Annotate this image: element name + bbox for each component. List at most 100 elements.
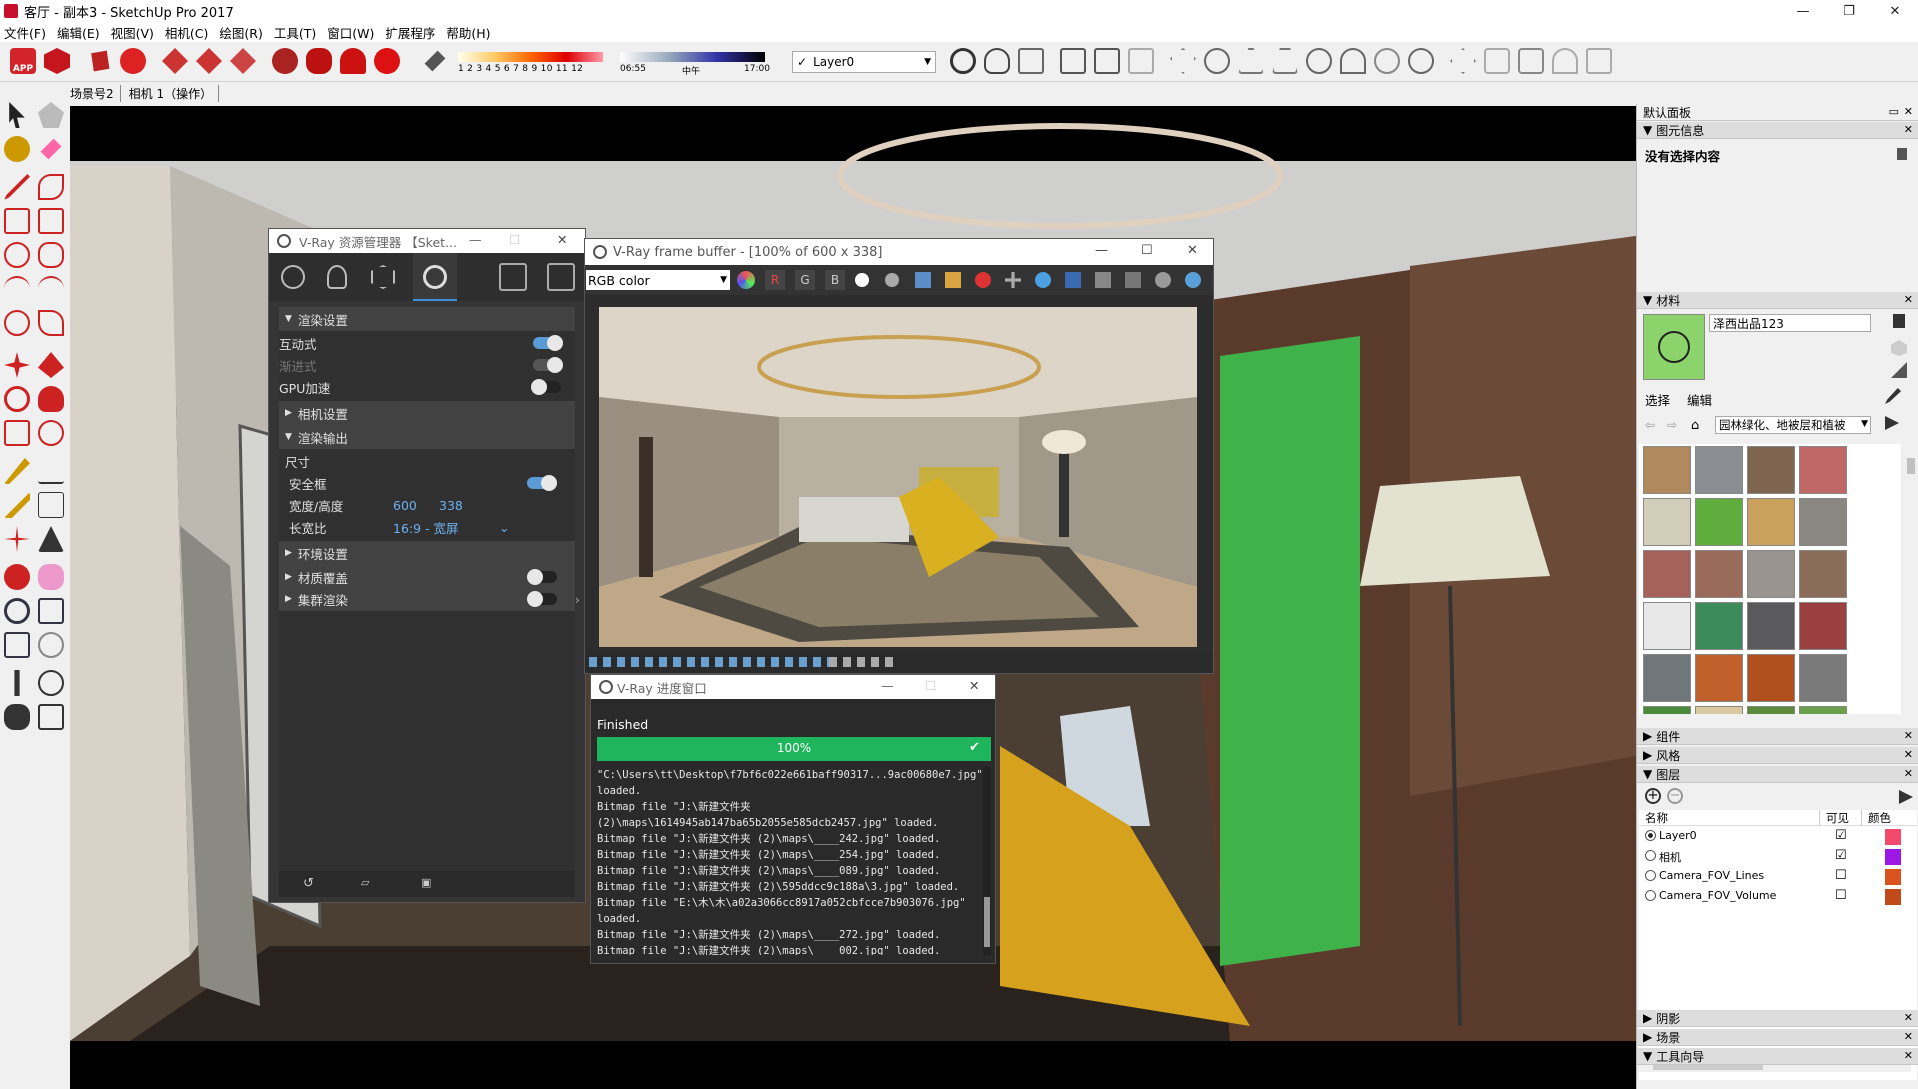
swarm-section[interactable]: ▶ 集群渲染: [279, 587, 575, 611]
text-icon[interactable]: [38, 492, 64, 518]
restore-button[interactable]: ❐: [1826, 0, 1872, 22]
material-swatch[interactable]: [1643, 654, 1691, 702]
offset-icon[interactable]: [38, 420, 64, 446]
reset-icon[interactable]: ↺: [303, 876, 314, 891]
layer-row[interactable]: 相机 ☑: [1639, 848, 1917, 866]
eraser-icon[interactable]: [424, 50, 446, 72]
vfb-titlebar[interactable]: V-Ray frame buffer - [100% of 600 x 338]…: [585, 239, 1213, 265]
progressive-toggle[interactable]: [533, 357, 563, 373]
mono-icon[interactable]: [855, 273, 869, 287]
material-swatch[interactable]: [1747, 706, 1795, 714]
polygon-icon[interactable]: [38, 242, 64, 268]
log-scroll-thumb[interactable]: [984, 897, 990, 947]
frame-buffer-icon[interactable]: [547, 263, 575, 291]
walk-icon[interactable]: [4, 704, 30, 730]
material-swatch[interactable]: [1799, 498, 1847, 546]
menu-extensions[interactable]: 扩展程序: [385, 23, 435, 42]
layer-name[interactable]: Camera_FOV_Lines: [1659, 869, 1764, 882]
pan-icon[interactable]: [38, 564, 64, 590]
dimension-icon[interactable]: [38, 458, 64, 484]
material-swatch[interactable]: [1643, 706, 1691, 714]
menu-camera[interactable]: 相机(C): [165, 23, 208, 42]
previous-view-icon[interactable]: [38, 632, 64, 658]
material-scrollbar[interactable]: [1905, 444, 1917, 714]
camera-section[interactable]: ▶ 相机设置: [279, 401, 575, 425]
vray-asset-editor-titlebar[interactable]: V-Ray 资源管理器 【Sket... — ☐ ✕: [269, 229, 585, 253]
line-icon[interactable]: [4, 174, 30, 200]
collapse-panel-icon[interactable]: ›: [575, 593, 580, 607]
progress-titlebar[interactable]: V-Ray 进度窗口 — ☐ ✕: [591, 675, 995, 699]
plugin-tool-3-icon[interactable]: [162, 48, 188, 74]
light-mesh-icon[interactable]: [1374, 48, 1400, 74]
height-input[interactable]: 338: [439, 498, 463, 513]
material-swatch[interactable]: [1695, 446, 1743, 494]
aspect-ratio-select[interactable]: 16:9 - 宽屏: [393, 518, 459, 537]
menu-tools[interactable]: 工具(T): [274, 23, 316, 42]
back-icon[interactable]: ⇦: [1645, 418, 1655, 432]
clear-image-icon[interactable]: [975, 272, 991, 288]
material-override-section[interactable]: ▶ 材质覆盖: [279, 565, 575, 589]
material-preview[interactable]: [1643, 314, 1705, 380]
chevron-down-icon[interactable]: ⌄: [499, 520, 509, 535]
col-name[interactable]: 名称: [1645, 810, 1668, 826]
sample-paint-icon[interactable]: [1893, 314, 1905, 328]
material-swatch[interactable]: [1695, 654, 1743, 702]
material-swatch[interactable]: [1695, 706, 1743, 714]
move-icon[interactable]: [4, 352, 30, 378]
shadow-time-slider[interactable]: [620, 52, 765, 62]
material-swatch[interactable]: [1695, 602, 1743, 650]
plugin-tool-5-icon[interactable]: [230, 48, 256, 74]
protractor-icon[interactable]: [4, 492, 30, 518]
stop-render-icon[interactable]: [1185, 272, 1201, 288]
lights-tab-icon[interactable]: [327, 265, 347, 289]
channel-select[interactable]: RGB color ▼: [586, 270, 730, 290]
follow-me-icon[interactable]: [38, 386, 64, 412]
three-point-arc-icon[interactable]: [4, 310, 30, 336]
light-omni-icon[interactable]: [1306, 48, 1332, 74]
vray-logo-icon[interactable]: [950, 48, 976, 74]
width-input[interactable]: 600: [393, 498, 417, 513]
layer-visible-checkbox[interactable]: ☑: [1835, 828, 1847, 843]
environment-section[interactable]: ▶ 环境设置: [279, 541, 575, 565]
minimize-icon[interactable]: —: [469, 232, 482, 247]
layer-visible-checkbox[interactable]: ☑: [1835, 848, 1847, 863]
close-icon[interactable]: ✕: [1187, 243, 1198, 258]
tape-measure-icon[interactable]: [4, 458, 30, 484]
geometry-tab-icon[interactable]: [371, 265, 395, 289]
styles-close-icon[interactable]: ✕: [1904, 748, 1913, 761]
materials-header[interactable]: ▼ 材料 ✕: [1637, 292, 1918, 309]
paint-bucket-icon[interactable]: [4, 136, 30, 162]
scene-tab-1[interactable]: 场景号2: [70, 84, 121, 102]
details-arrow-icon[interactable]: [1885, 416, 1899, 430]
instructor-header[interactable]: ▼ 工具向导 ✕: [1637, 1048, 1918, 1065]
render-interactive-icon[interactable]: [499, 263, 527, 291]
maximize-icon[interactable]: ☐: [1141, 243, 1153, 258]
look-around-icon[interactable]: [38, 670, 64, 696]
minimize-icon[interactable]: —: [881, 678, 894, 693]
load-image-icon[interactable]: [945, 272, 961, 288]
close-button[interactable]: ✕: [1872, 0, 1918, 22]
rotated-rectangle-icon[interactable]: [38, 208, 64, 234]
gpu-toggle[interactable]: [531, 379, 561, 395]
active-layer-radio[interactable]: [1645, 890, 1656, 901]
settings-tab[interactable]: [413, 253, 457, 301]
compare-icon[interactable]: [1065, 272, 1081, 288]
light-dome-icon[interactable]: [1340, 48, 1366, 74]
materials-close-icon[interactable]: ✕: [1904, 293, 1913, 306]
vray-lock-icon[interactable]: [1128, 48, 1154, 74]
green-channel-button[interactable]: G: [795, 270, 815, 290]
light-gen-icon[interactable]: [1408, 48, 1434, 74]
styles-header[interactable]: ▶ 风格 ✕: [1637, 747, 1918, 764]
material-name-field[interactable]: 泽西出品123: [1709, 314, 1871, 332]
menu-help[interactable]: 帮助(H): [446, 23, 490, 42]
library-dropdown[interactable]: 园林绿化、地被层和植被 ▼: [1715, 416, 1871, 434]
region-render-icon[interactable]: [1095, 272, 1111, 288]
layer-visible-checkbox[interactable]: ☐: [1835, 868, 1847, 883]
layer-row[interactable]: Layer0 ☑: [1639, 828, 1917, 846]
minimize-button[interactable]: —: [1780, 0, 1826, 22]
layer-color-swatch[interactable]: [1885, 869, 1901, 885]
layer-visible-checkbox[interactable]: ☐: [1835, 888, 1847, 903]
layer-name[interactable]: Layer0: [1659, 829, 1697, 842]
pin-icon[interactable]: ▭: [1889, 105, 1899, 118]
menu-draw[interactable]: 绘图(R): [219, 23, 262, 42]
